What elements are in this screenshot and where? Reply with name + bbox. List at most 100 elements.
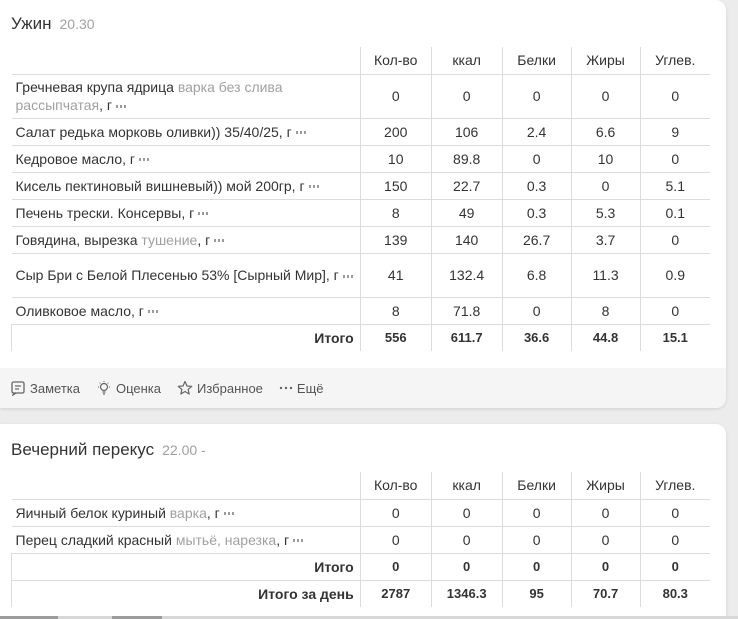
total-kcal: 0: [430, 553, 503, 581]
kcal-cell: 140: [430, 226, 503, 254]
more-dots-icon[interactable]: [116, 104, 127, 108]
meal-name[interactable]: Ужин: [11, 14, 52, 33]
favorite-label: Избранное: [197, 380, 263, 396]
more-label: Ещё: [296, 380, 324, 396]
qty-cell[interactable]: 0: [359, 499, 432, 527]
qty-cell[interactable]: 139: [359, 226, 432, 254]
meal-time[interactable]: 22.00 -: [162, 442, 206, 458]
food-name-cell[interactable]: Кисель пектиновый вишневый)) мой 200гр, …: [11, 172, 361, 200]
food-name-cell[interactable]: Кедровое масло, г: [11, 145, 361, 173]
table-row[interactable]: Печень трески. Консервы, г 8 49 0.3 5.3 …: [11, 199, 710, 227]
total-carbs: 0: [639, 553, 710, 581]
day-total-kcal: 1346.3: [430, 580, 503, 607]
food-name-cell[interactable]: Оливковое масло, г: [11, 297, 361, 325]
kcal-cell: 0: [430, 74, 503, 119]
qty-cell[interactable]: 0: [359, 526, 432, 554]
protein-cell: 0.3: [501, 172, 572, 200]
carbs-cell: 0.9: [639, 253, 710, 298]
qty-cell[interactable]: 0: [359, 74, 432, 119]
rating-label: Оценка: [115, 380, 162, 396]
note-icon: [11, 381, 25, 396]
total-row: Итого 0 0 0 0 0: [11, 553, 710, 581]
food-name-cell[interactable]: Печень трески. Консервы, г: [11, 199, 361, 227]
food-name-cell[interactable]: Салат редька морковь оливки)) 35/40/25, …: [11, 118, 361, 146]
fat-cell: 8: [570, 297, 641, 325]
protein-cell: 0: [501, 499, 572, 527]
meal-time[interactable]: 20.30: [60, 16, 95, 32]
carbs-cell: 5.1: [639, 172, 710, 200]
food-table: Кол-во ккал Белки Жиры Углев. Яичный бел…: [11, 472, 710, 607]
table-row[interactable]: Яичный белок куриный варка, г 0 0 0 0 0: [11, 499, 710, 527]
protein-cell: 0: [501, 145, 572, 173]
more-dots-icon[interactable]: [139, 158, 150, 162]
more-dots-icon[interactable]: [147, 310, 158, 314]
more-dots-icon[interactable]: [223, 512, 234, 516]
carbs-cell: 0: [639, 297, 710, 325]
header-fat: Жиры: [570, 472, 641, 500]
fat-cell: 3.7: [570, 226, 641, 254]
favorite-button[interactable]: Избранное: [177, 380, 263, 396]
more-dots-icon[interactable]: [295, 131, 306, 135]
total-row: Итого 556 611.7 36.6 44.8 15.1: [11, 324, 710, 351]
header-qty: Кол-во: [359, 472, 432, 500]
more-dots-icon[interactable]: [214, 239, 225, 243]
fat-cell: 0: [570, 74, 641, 119]
food-name-cell[interactable]: Перец сладкий красный мытьё, нарезка, г: [11, 526, 361, 554]
table-row[interactable]: Салат редька морковь оливки)) 35/40/25, …: [11, 118, 710, 146]
kcal-cell: 0: [430, 499, 503, 527]
more-dots-icon[interactable]: [198, 212, 209, 216]
day-total-qty: 2787: [359, 580, 432, 607]
qty-cell[interactable]: 200: [359, 118, 432, 146]
header-carbs: Углев.: [639, 47, 710, 75]
food-name-cell[interactable]: Говядина, вырезка тушение, г: [11, 226, 361, 254]
rating-button[interactable]: Оценка: [96, 380, 161, 396]
qty-cell[interactable]: 150: [359, 172, 432, 200]
meal-name[interactable]: Вечерний перекус: [11, 440, 154, 459]
header-protein: Белки: [501, 47, 572, 75]
kcal-cell: 0: [430, 526, 503, 554]
table-row[interactable]: Кисель пектиновый вишневый)) мой 200гр, …: [11, 172, 710, 200]
qty-cell[interactable]: 10: [359, 145, 432, 173]
carbs-cell: 9: [639, 118, 710, 146]
qty-cell[interactable]: 8: [359, 297, 432, 325]
protein-cell: 6.8: [501, 253, 572, 298]
kcal-cell: 49: [430, 199, 503, 227]
header-name: [11, 472, 361, 500]
food-name-cell[interactable]: Сыр Бри с Белой Плесенью 53% [Сырный Мир…: [11, 253, 361, 298]
protein-cell: 0: [501, 297, 572, 325]
meal-title: Ужин 20.30: [11, 14, 95, 34]
qty-cell[interactable]: 8: [359, 199, 432, 227]
fat-cell: 11.3: [570, 253, 641, 298]
table-row[interactable]: Перец сладкий красный мытьё, нарезка, г …: [11, 526, 710, 554]
note-button[interactable]: Заметка: [10, 380, 80, 396]
header-protein: Белки: [501, 472, 572, 500]
table-row[interactable]: Оливковое масло, г 8 71.8 0 8 0: [11, 297, 710, 325]
carbs-cell: 0: [639, 74, 710, 119]
total-kcal: 611.7: [430, 324, 503, 351]
day-total-row: Итого за день 2787 1346.3 95 70.7 80.3: [11, 580, 710, 607]
day-total-label: Итого за день: [11, 580, 361, 607]
table-row[interactable]: Сыр Бри с Белой Плесенью 53% [Сырный Мир…: [11, 253, 710, 298]
food-name-cell[interactable]: Яичный белок куриный варка, г: [11, 499, 361, 527]
header-fat: Жиры: [570, 47, 641, 75]
food-name-cell[interactable]: Гречневая крупа ядрица варка без слива р…: [11, 74, 361, 119]
total-protein: 36.6: [501, 324, 572, 351]
table-row[interactable]: Говядина, вырезка тушение, г 139 140 26.…: [11, 226, 710, 254]
fat-cell: 0: [570, 499, 641, 527]
header-name: [11, 47, 361, 75]
qty-cell[interactable]: 41: [359, 253, 432, 298]
more-dots-icon[interactable]: [308, 185, 319, 189]
more-dots-icon[interactable]: [342, 274, 353, 278]
carbs-cell: 0: [639, 499, 710, 527]
table-row[interactable]: Кедровое масло, г 10 89.8 0 10 0: [11, 145, 710, 173]
protein-cell: 26.7: [501, 226, 572, 254]
kcal-cell: 89.8: [430, 145, 503, 173]
carbs-cell: 0: [639, 145, 710, 173]
table-row[interactable]: Гречневая крупа ядрица варка без слива р…: [11, 74, 710, 119]
protein-cell: 0: [501, 526, 572, 554]
total-label: Итого: [11, 553, 361, 581]
kcal-cell: 132.4: [430, 253, 503, 298]
day-total-carbs: 80.3: [639, 580, 710, 607]
more-dots-icon[interactable]: [293, 539, 304, 543]
more-button[interactable]: Ещё: [279, 380, 324, 396]
